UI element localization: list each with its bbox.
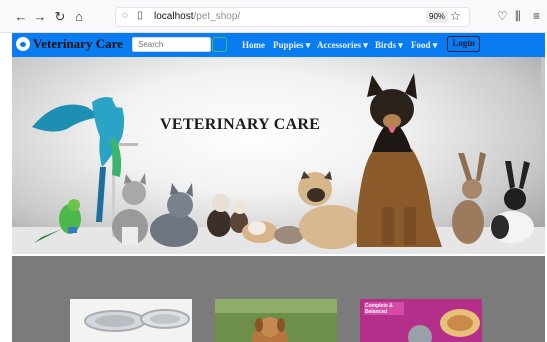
nav-home[interactable]: Home (242, 40, 265, 50)
pets-illustration (12, 73, 545, 254)
black-white-rabbit (490, 161, 534, 243)
site-navbar: Veterinary Care Home Puppies ▾ Accessori… (12, 33, 545, 57)
page-icon: ▯ (137, 10, 143, 21)
product-card-puppy[interactable] (215, 299, 337, 342)
library-icon[interactable]: ⫼ (515, 9, 521, 24)
search-input[interactable] (132, 37, 211, 52)
pocket-icon[interactable]: ♡ (497, 9, 508, 23)
cat-food-caption: Complete & Balanced (365, 303, 393, 315)
pug-dog (298, 171, 366, 249)
brown-rabbit (452, 152, 486, 244)
forward-icon[interactable]: → (33, 10, 47, 24)
tabby-cat (112, 173, 148, 245)
grey-cat (150, 183, 198, 247)
paw-logo-icon (16, 37, 30, 51)
ferrets (207, 194, 248, 237)
tracking-shield-icon[interactable]: ◌ (122, 10, 128, 21)
search-button[interactable] (212, 37, 227, 52)
nav-accessories[interactable]: Accessories ▾ (317, 40, 368, 51)
address-bar[interactable]: ◌ ▯ localhost/pet_shop/ 90% ☆ (115, 7, 470, 27)
macaw-parrot (32, 97, 130, 222)
nav-food[interactable]: Food ▾ (411, 40, 437, 51)
back-icon[interactable]: ← (14, 10, 28, 24)
menu-icon[interactable]: ≡ (533, 9, 540, 23)
page-scrollbar[interactable] (541, 57, 545, 147)
nav-puppies[interactable]: Puppies ▾ (273, 40, 310, 51)
home-icon[interactable]: ⌂ (72, 10, 86, 24)
hero-title: VETERINARY CARE (160, 116, 321, 133)
reload-icon[interactable]: ↻ (53, 10, 67, 24)
login-button[interactable]: Login (447, 36, 480, 52)
brand-name[interactable]: Veterinary Care (33, 36, 123, 52)
puppy-image (215, 299, 337, 342)
zoom-level[interactable]: 90% (426, 11, 449, 23)
nav-birds[interactable]: Birds ▾ (375, 40, 403, 51)
hero-banner: VETERINARY CARE (12, 57, 545, 254)
product-card-bowls[interactable] (70, 299, 192, 342)
bookmark-star-icon[interactable]: ☆ (450, 9, 461, 23)
german-shepherd-dog (357, 73, 442, 247)
product-card-catfood[interactable]: Complete & Balanced (360, 299, 482, 342)
steel-bowls-image (70, 299, 192, 342)
browser-toolbar: ← → ↻ ⌂ ◌ ▯ localhost/pet_shop/ 90% ☆ ♡ … (0, 0, 547, 33)
url-text: localhost/pet_shop/ (154, 11, 241, 22)
